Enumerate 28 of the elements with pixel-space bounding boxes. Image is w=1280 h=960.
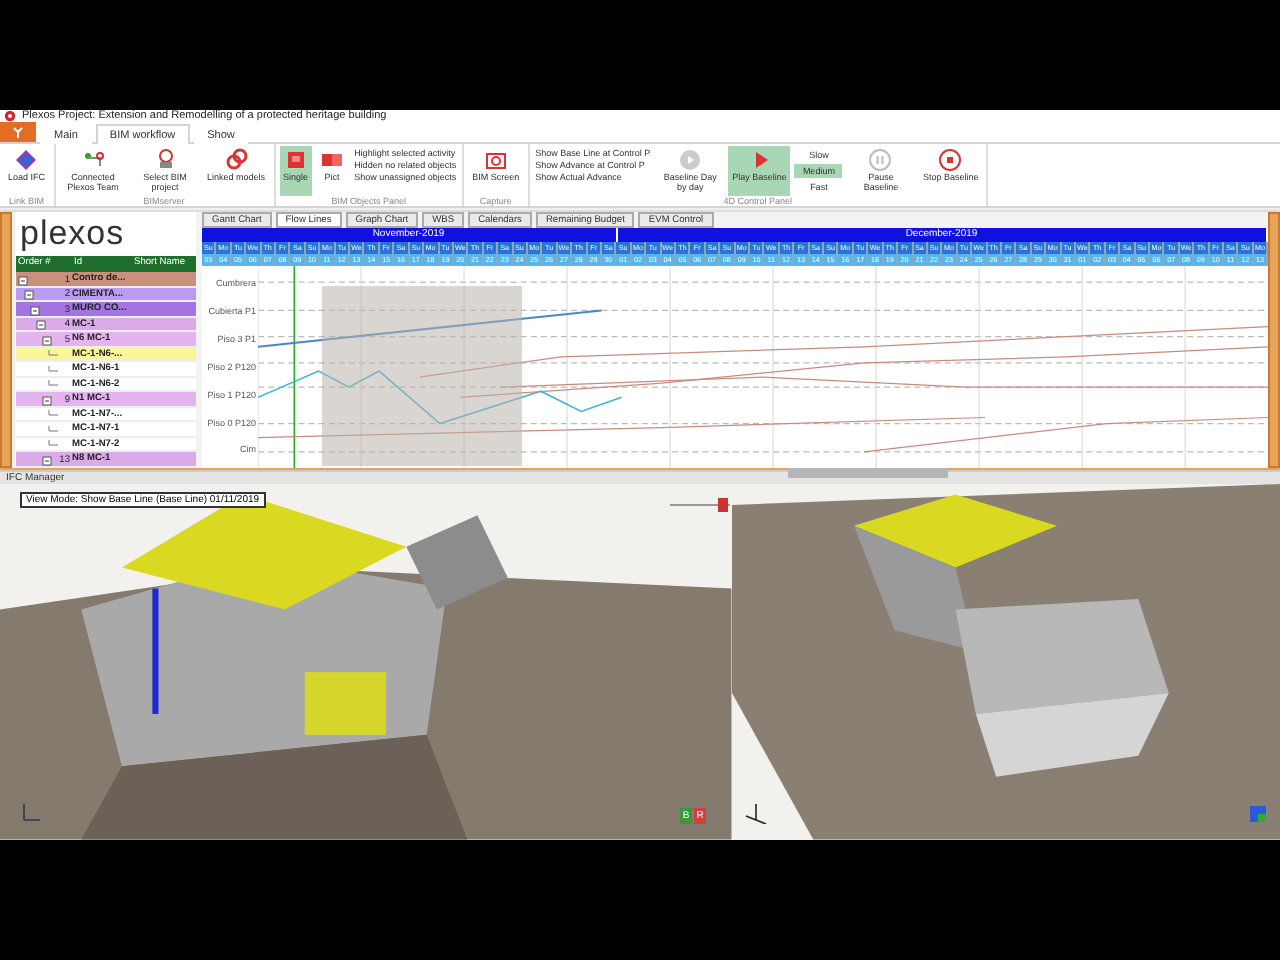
file-menu-button[interactable]	[0, 122, 36, 142]
tree-line-icon	[48, 425, 58, 436]
axis-icon	[743, 799, 768, 824]
collapse-icon[interactable]	[42, 395, 52, 406]
cubes-icon	[320, 148, 345, 172]
axis-icon	[20, 799, 44, 824]
camera-icon	[483, 148, 508, 172]
cube-icon	[283, 148, 308, 172]
collapse-icon[interactable]	[42, 455, 52, 466]
plexos-logo: plexos	[20, 214, 125, 255]
collapse-icon[interactable]	[30, 305, 40, 316]
tree-line-icon	[48, 365, 58, 376]
collapse-icon[interactable]	[42, 335, 52, 346]
pause-icon	[868, 148, 893, 172]
logo-icon	[12, 126, 24, 138]
tree-line-icon	[48, 380, 58, 391]
slider-thumb[interactable]	[717, 498, 727, 513]
tree-line-icon	[48, 440, 58, 451]
collapse-icon[interactable]	[36, 320, 46, 331]
collapse-icon[interactable]	[18, 275, 28, 286]
tree-line-icon	[48, 350, 58, 361]
collapse-icon[interactable]	[24, 290, 34, 301]
diamond-icon	[14, 148, 39, 172]
chain-link-icon	[224, 148, 249, 172]
network-icon	[81, 148, 106, 172]
tree-line-icon	[48, 410, 58, 421]
scrollbar-thumb[interactable]	[788, 468, 949, 479]
stop-icon	[938, 148, 963, 172]
